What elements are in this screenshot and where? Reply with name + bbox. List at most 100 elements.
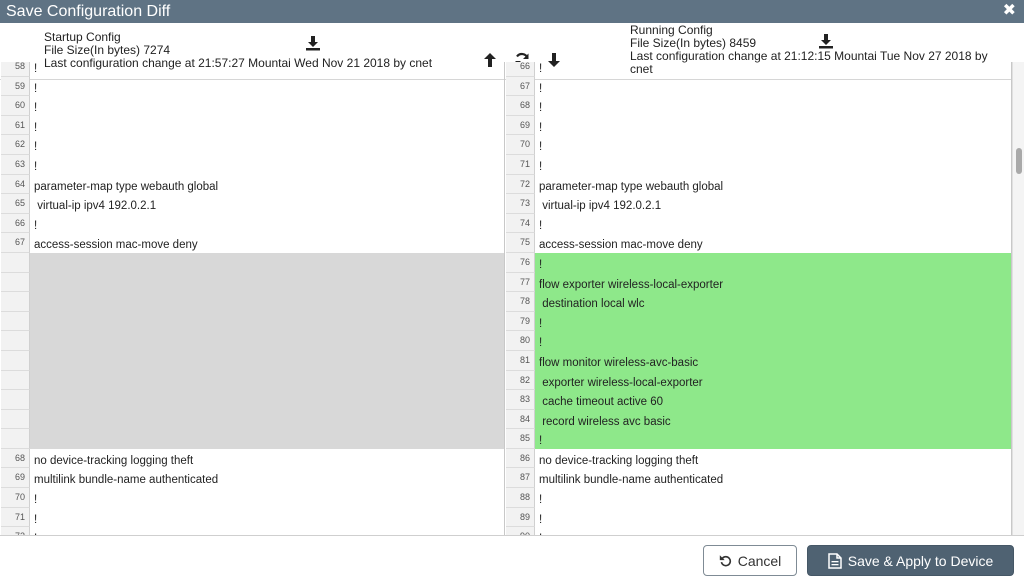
line-text: ! bbox=[34, 494, 38, 507]
undo-icon bbox=[719, 554, 732, 567]
startup-config-pane[interactable]: 58! 59! 60! 61! 62! 63! 64 parameter-map type w… bbox=[1, 62, 505, 535]
line-text: ! bbox=[34, 219, 38, 232]
line-number: 65 bbox=[1, 194, 30, 214]
line-number bbox=[1, 252, 30, 273]
line-number: 88 bbox=[506, 488, 535, 508]
download-icon[interactable] bbox=[305, 35, 321, 51]
line-text: ! bbox=[539, 82, 543, 95]
diff-line: 68! bbox=[506, 96, 1011, 116]
line-number bbox=[1, 331, 30, 351]
startup-config-lines: 58! 59! 60! 61! 62! 63! 64 parameter-map type w… bbox=[1, 62, 504, 535]
line-number: 90 bbox=[506, 527, 535, 535]
dialog-title: Save Configuration Diff bbox=[6, 3, 171, 20]
line-text: virtual-ip ipv4 192.0.2.1 bbox=[539, 200, 662, 213]
diff-line: 74! bbox=[506, 213, 1011, 234]
diff-line-placeholder bbox=[1, 311, 504, 332]
line-text bbox=[30, 331, 504, 351]
line-text: multilink bundle-name authenticated bbox=[539, 474, 724, 487]
line-number: 72 bbox=[1, 527, 30, 535]
line-text: flow exporter wireless-local-exporter bbox=[535, 272, 1011, 293]
diff-line: 88! bbox=[506, 488, 1011, 508]
line-text: record wireless avc basic bbox=[535, 409, 1011, 430]
line-text: ! bbox=[539, 160, 543, 173]
line-number: 74 bbox=[506, 213, 535, 234]
diff-line: 66! bbox=[1, 213, 504, 234]
line-text bbox=[30, 409, 504, 430]
line-number: 72 bbox=[506, 174, 535, 195]
diff-line-placeholder bbox=[1, 409, 504, 430]
vertical-scrollbar[interactable] bbox=[1012, 62, 1024, 535]
diff-line-added: 76! bbox=[506, 252, 1011, 273]
line-number: 67 bbox=[1, 233, 30, 253]
diff-line: 71! bbox=[506, 154, 1011, 175]
line-number: 77 bbox=[506, 272, 535, 293]
diff-line-added: 77 flow exporter wireless-local-exporter bbox=[506, 272, 1011, 293]
line-text bbox=[30, 390, 504, 410]
line-text bbox=[30, 252, 504, 273]
line-text: ! bbox=[535, 252, 1011, 273]
line-number bbox=[1, 370, 30, 391]
line-number: 84 bbox=[506, 409, 535, 430]
cancel-button-label: Cancel bbox=[737, 552, 782, 569]
diff-line: 59! bbox=[1, 76, 504, 97]
line-text: destination local wlc bbox=[535, 292, 1011, 312]
diff-line: 69! bbox=[506, 115, 1011, 136]
line-number: 82 bbox=[506, 370, 535, 391]
close-icon[interactable]: ✖ bbox=[1003, 1, 1016, 20]
line-number bbox=[1, 409, 30, 430]
download-icon[interactable] bbox=[818, 33, 834, 49]
line-number: 85 bbox=[506, 429, 535, 449]
diff-line: 73 virtual-ip ipv4 192.0.2.1 bbox=[506, 194, 1011, 214]
diff-line: 71! bbox=[1, 507, 504, 528]
save-apply-button[interactable]: Save & Apply to Device bbox=[807, 545, 1014, 576]
line-text bbox=[30, 370, 504, 391]
line-text: exporter wireless-local-exporter bbox=[535, 370, 1011, 391]
diff-line-placeholder bbox=[1, 429, 504, 449]
line-text: multilink bundle-name authenticated bbox=[34, 474, 219, 487]
line-text: ! bbox=[539, 102, 543, 115]
diff-line-added: 79! bbox=[506, 311, 1011, 332]
line-number: 66 bbox=[506, 62, 535, 77]
diff-line-added: 78 destination local wlc bbox=[506, 292, 1011, 312]
line-text: ! bbox=[535, 527, 1011, 535]
line-number: 81 bbox=[506, 350, 535, 371]
line-number: 60 bbox=[1, 96, 30, 116]
line-text: ! bbox=[34, 513, 38, 526]
line-number: 73 bbox=[506, 194, 535, 214]
diff-line-added: 80! bbox=[506, 331, 1011, 351]
line-number: 87 bbox=[506, 468, 535, 489]
diff-line: 86 no device-tracking logging theft bbox=[506, 448, 1011, 469]
diff-line-added: 83 cache timeout active 60 bbox=[506, 390, 1011, 410]
diff-line-placeholder bbox=[1, 370, 504, 391]
line-number: 68 bbox=[1, 448, 30, 469]
line-text: ! bbox=[539, 63, 543, 75]
diff-line-placeholder bbox=[1, 390, 504, 410]
line-number: 71 bbox=[1, 507, 30, 528]
diff-line: 72! bbox=[1, 527, 504, 535]
line-number bbox=[1, 350, 30, 371]
diff-line-placeholder bbox=[1, 252, 504, 273]
line-text: no device-tracking logging theft bbox=[539, 454, 699, 467]
dialog-footer: Cancel Save & Apply to Device bbox=[0, 535, 1024, 583]
line-text: ! bbox=[34, 63, 38, 75]
line-number: 86 bbox=[506, 448, 535, 469]
diff-line: 72 parameter-map type webauth global bbox=[506, 174, 1011, 195]
line-text: ! bbox=[30, 527, 504, 535]
document-icon bbox=[827, 552, 842, 569]
line-text: ! bbox=[535, 331, 1011, 351]
line-number: 61 bbox=[1, 115, 30, 136]
line-text: ! bbox=[539, 494, 543, 507]
running-config-pane[interactable]: 66! 67! 68! 69! 70! 71! 72 parameter-map type w… bbox=[506, 62, 1012, 535]
diff-line: 62! bbox=[1, 135, 504, 155]
scrollbar-thumb[interactable] bbox=[1016, 148, 1022, 174]
diff-line: 61! bbox=[1, 115, 504, 136]
line-text bbox=[30, 292, 504, 312]
diff-line: 70! bbox=[506, 135, 1011, 155]
diff-line: 58! bbox=[1, 62, 504, 77]
diff-line: 67! bbox=[506, 76, 1011, 97]
diff-line: 75 access-session mac-move deny bbox=[506, 233, 1011, 253]
line-number: 76 bbox=[506, 252, 535, 273]
cancel-button[interactable]: Cancel bbox=[703, 545, 797, 576]
diff-line: 68 no device-tracking logging theft bbox=[1, 448, 504, 469]
line-text: ! bbox=[539, 219, 543, 232]
